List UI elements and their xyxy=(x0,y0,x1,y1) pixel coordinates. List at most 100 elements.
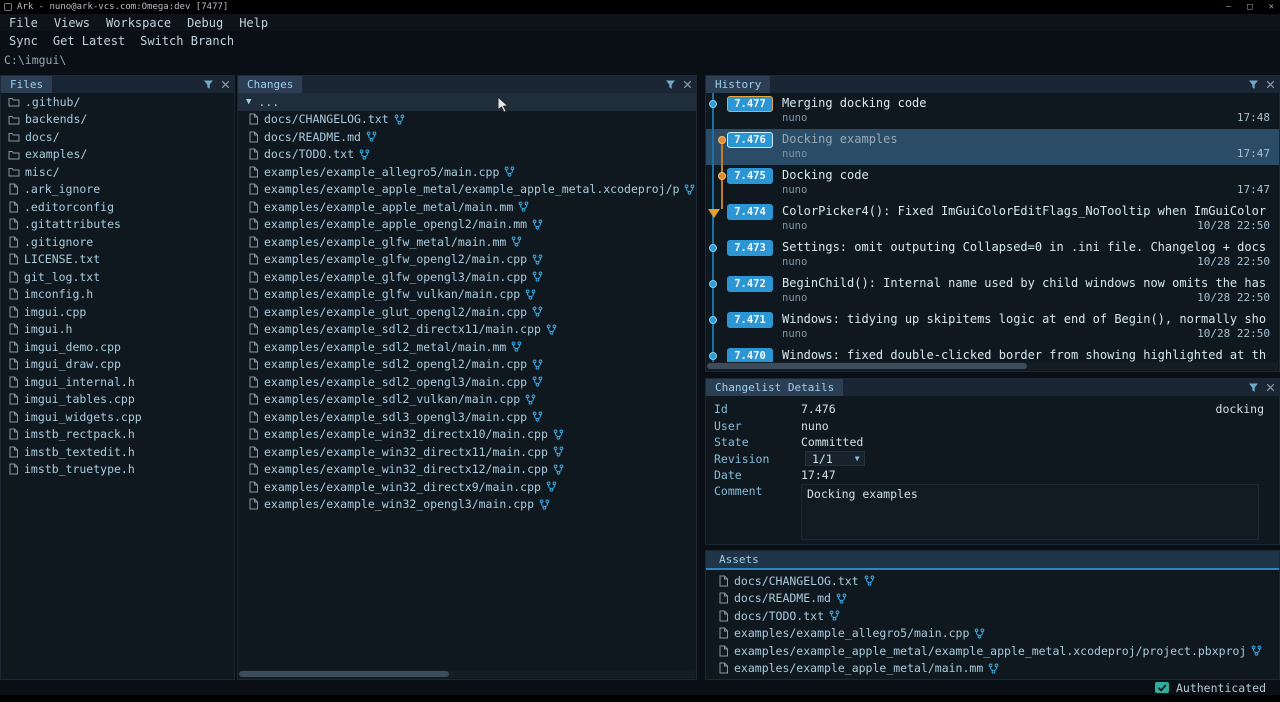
files-panel-title[interactable]: Files xyxy=(1,76,52,93)
file-tree-item[interactable]: imgui_internal.h xyxy=(1,373,234,391)
file-tree-item[interactable]: misc/ xyxy=(1,163,234,181)
assets-panel-title[interactable]: Assets xyxy=(706,551,768,568)
file-tree-item[interactable]: examples/ xyxy=(1,146,234,164)
file-tree-item[interactable]: imgui_draw.cpp xyxy=(1,356,234,374)
asset-row[interactable]: examples/example_apple_metal/main.mm xyxy=(706,660,1279,678)
changeset-badge[interactable]: 7.471 xyxy=(727,312,773,328)
changed-file-row[interactable]: examples/example_apple_metal/main.mm xyxy=(238,198,696,216)
changed-file-row[interactable]: examples/example_win32_directx10/main.cp… xyxy=(238,426,696,444)
file-tree-item[interactable]: imconfig.h xyxy=(1,286,234,304)
toolbar-button-sync[interactable]: Sync xyxy=(9,34,38,48)
changed-file-row[interactable]: docs/TODO.txt xyxy=(238,146,696,164)
changeset-badge[interactable]: 7.470 xyxy=(727,348,773,362)
changes-root-row[interactable]: ▼... xyxy=(238,93,696,111)
changeset-badge[interactable]: 7.475 xyxy=(727,168,773,184)
asset-row[interactable]: docs/CHANGELOG.txt xyxy=(706,572,1279,590)
changed-file-row[interactable]: examples/example_glfw_opengl2/main.cpp xyxy=(238,251,696,269)
changed-file-row[interactable]: examples/example_sdl2_vulkan/main.cpp xyxy=(238,391,696,409)
asset-row[interactable]: examples/example_allegro5/main.cpp xyxy=(706,625,1279,643)
changeset-badge[interactable]: 7.473 xyxy=(727,240,773,256)
history-panel-title[interactable]: History xyxy=(706,76,770,93)
scrollbar-thumb[interactable] xyxy=(707,363,1027,369)
close-button[interactable]: ✕ xyxy=(1269,0,1274,14)
file-tree-item[interactable]: .github/ xyxy=(1,93,234,111)
changed-file-row[interactable]: docs/CHANGELOG.txt xyxy=(238,111,696,129)
changed-file-row[interactable]: examples/example_sdl2_directx11/main.cpp xyxy=(238,321,696,339)
close-icon[interactable] xyxy=(221,80,230,89)
file-tree-item[interactable]: docs/ xyxy=(1,128,234,146)
file-tree-item[interactable]: imstb_truetype.h xyxy=(1,461,234,479)
changeset-badge[interactable]: 7.472 xyxy=(727,276,773,292)
history-row[interactable]: 7.475Docking codenuno17:47 xyxy=(706,165,1279,201)
comment-box[interactable]: Docking examples xyxy=(801,484,1259,540)
file-tree-item[interactable]: imgui_tables.cpp xyxy=(1,391,234,409)
file-tree-item[interactable]: .gitattributes xyxy=(1,216,234,234)
filter-icon[interactable] xyxy=(203,79,214,90)
changes-panel-title[interactable]: Changes xyxy=(238,76,302,93)
close-icon[interactable] xyxy=(1266,383,1275,392)
close-icon[interactable] xyxy=(1266,80,1275,89)
changed-file-row[interactable]: examples/example_win32_opengl3/main.cpp xyxy=(238,496,696,514)
revision-dropdown[interactable]: 1/1▼ xyxy=(805,451,865,466)
file-tree-item[interactable]: imgui.cpp xyxy=(1,303,234,321)
asset-row[interactable]: docs/README.md xyxy=(706,590,1279,608)
menu-item-file[interactable]: File xyxy=(9,16,38,30)
changed-file-row[interactable]: examples/example_apple_opengl2/main.mm xyxy=(238,216,696,234)
asset-row[interactable]: docs/TODO.txt xyxy=(706,607,1279,625)
history-horizontal-scrollbar[interactable] xyxy=(707,362,1278,370)
history-row[interactable]: 7.476Docking examplesnuno17:47 xyxy=(706,129,1279,165)
file-tree-item[interactable]: LICENSE.txt xyxy=(1,251,234,269)
changed-file-row[interactable]: examples/example_sdl2_metal/main.mm xyxy=(238,338,696,356)
changed-file-row[interactable]: examples/example_win32_directx9/main.cpp xyxy=(238,478,696,496)
changed-file-row[interactable]: examples/example_sdl2_opengl2/main.cpp xyxy=(238,356,696,374)
changed-file-row[interactable]: examples/example_sdl3_opengl3/main.cpp xyxy=(238,408,696,426)
maximize-button[interactable]: □ xyxy=(1247,0,1252,14)
asset-row[interactable]: examples/example_apple_metal/example_app… xyxy=(706,642,1279,660)
file-tree-item[interactable]: .editorconfig xyxy=(1,198,234,216)
file-tree-item[interactable]: git_log.txt xyxy=(1,268,234,286)
toolbar-button-get-latest[interactable]: Get Latest xyxy=(53,34,125,48)
changed-file-row[interactable]: examples/example_win32_directx12/main.cp… xyxy=(238,461,696,479)
changed-file-row[interactable]: examples/example_win32_directx11/main.cp… xyxy=(238,443,696,461)
history-row[interactable]: 7.473Settings: omit outputing Collapsed=… xyxy=(706,237,1279,273)
history-row[interactable]: 7.472BeginChild(): Internal name used by… xyxy=(706,273,1279,309)
changeset-badge[interactable]: 7.474 xyxy=(727,204,773,220)
toolbar-button-switch-branch[interactable]: Switch Branch xyxy=(140,34,234,48)
changed-file-row[interactable]: examples/example_allegro5/main.cpp xyxy=(238,163,696,181)
changed-file-row[interactable]: examples/example_sdl2_opengl3/main.cpp xyxy=(238,373,696,391)
filter-icon[interactable] xyxy=(665,79,676,90)
file-tree-item[interactable]: .ark_ignore xyxy=(1,181,234,199)
changed-file-row[interactable]: examples/example_glfw_opengl3/main.cpp xyxy=(238,268,696,286)
changed-file-row[interactable]: examples/example_glfw_vulkan/main.cpp xyxy=(238,286,696,304)
history-row[interactable]: 7.470Windows: fixed double-clicked borde… xyxy=(706,345,1279,362)
changed-file-row[interactable]: docs/README.md xyxy=(238,128,696,146)
file-tree-item[interactable]: imstb_rectpack.h xyxy=(1,426,234,444)
close-icon[interactable] xyxy=(683,80,692,89)
changes-horizontal-scrollbar[interactable] xyxy=(239,670,695,678)
details-field-row: Revision1/1▼ xyxy=(706,451,1279,468)
file-tree-item[interactable]: backends/ xyxy=(1,111,234,129)
changed-file-row[interactable]: examples/example_apple_metal/example_app… xyxy=(238,181,696,199)
file-tree-item[interactable]: imgui_widgets.cpp xyxy=(1,408,234,426)
changed-file-row[interactable]: examples/example_glfw_metal/main.mm xyxy=(238,233,696,251)
history-row[interactable]: 7.474ColorPicker4(): Fixed ImGuiColorEdi… xyxy=(706,201,1279,237)
file-tree-item[interactable]: .gitignore xyxy=(1,233,234,251)
changeset-badge[interactable]: 7.476 xyxy=(727,132,773,148)
history-row[interactable]: 7.477Merging docking codenuno17:48 xyxy=(706,93,1279,129)
menu-item-help[interactable]: Help xyxy=(239,16,268,30)
menu-item-views[interactable]: Views xyxy=(54,16,90,30)
changeset-badge[interactable]: 7.477 xyxy=(727,96,773,112)
menu-item-workspace[interactable]: Workspace xyxy=(106,16,171,30)
details-panel-title[interactable]: Changelist Details xyxy=(706,379,843,396)
minimize-button[interactable]: — xyxy=(1226,0,1231,14)
file-tree-item[interactable]: imstb_textedit.h xyxy=(1,443,234,461)
filter-icon[interactable] xyxy=(1248,382,1259,393)
changed-file-row[interactable]: examples/example_glut_opengl2/main.cpp xyxy=(238,303,696,321)
file-tree-item[interactable]: imgui.h xyxy=(1,321,234,339)
scrollbar-thumb[interactable] xyxy=(239,671,449,677)
history-row[interactable]: 7.471Windows: tidying up skipitems logic… xyxy=(706,309,1279,345)
file-tree-item[interactable]: imgui_demo.cpp xyxy=(1,338,234,356)
chevron-down-icon[interactable]: ▼ xyxy=(246,97,251,107)
menu-item-debug[interactable]: Debug xyxy=(187,16,223,30)
filter-icon[interactable] xyxy=(1248,79,1259,90)
